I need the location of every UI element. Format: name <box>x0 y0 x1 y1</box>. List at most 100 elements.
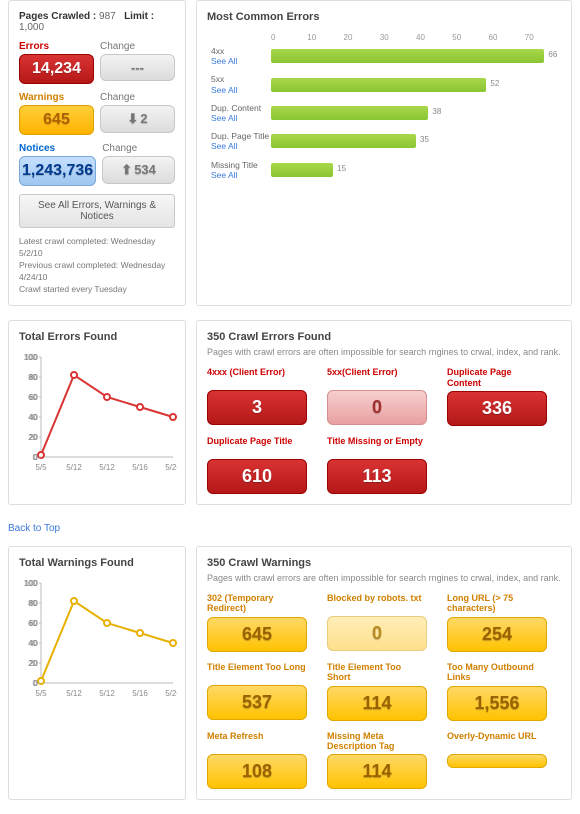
svg-text:5/26: 5/26 <box>165 463 177 472</box>
total-errors-chart: 0204060801005/55/125/125/165/26020406080… <box>19 353 177 473</box>
tile-label: Blocked by robots. txt <box>327 593 427 613</box>
svg-text:80: 80 <box>29 373 38 382</box>
change-label: Change <box>100 41 175 52</box>
tile-label: 302 (Temporary Redirect) <box>207 593 307 614</box>
metric-tile[interactable]: Title Element Too Long 537 <box>207 662 307 721</box>
hbar-row: 5xxSee All52 <box>211 74 561 94</box>
hbar-row: Dup. Page TitleSee All35 <box>211 131 561 151</box>
hbar-row: 4xxSee All66 <box>211 46 561 66</box>
svg-text:40: 40 <box>29 413 38 422</box>
svg-text:80: 80 <box>29 599 38 608</box>
total-errors-panel: Total Errors Found 0 20 40 60 80 100 5/5 5/12 5/… <box>8 320 186 505</box>
svg-text:5/12: 5/12 <box>66 463 82 472</box>
svg-text:5/16: 5/16 <box>132 463 148 472</box>
svg-text:60: 60 <box>29 619 38 628</box>
notices-label: Notices <box>19 143 96 154</box>
tile-value: 3 <box>207 390 307 425</box>
svg-text:5/12: 5/12 <box>66 689 82 698</box>
svg-text:20: 20 <box>29 433 38 442</box>
errors-value[interactable]: 14,234 <box>19 54 94 84</box>
metric-tile[interactable]: 4xxx (Client Error) 3 <box>207 367 307 426</box>
errors-label: Errors <box>19 41 94 52</box>
warnings-label: Warnings <box>19 92 94 103</box>
warnings-change: ⬇2 <box>100 105 175 133</box>
tile-value: 108 <box>207 754 307 789</box>
tile-value: 610 <box>207 459 307 494</box>
tile-value: 1,556 <box>447 686 547 721</box>
tile-label: Too Many Outbound Links <box>447 662 547 683</box>
tile-value: 114 <box>327 686 427 721</box>
metric-tile[interactable]: Overly-Dynamic URL <box>447 731 547 790</box>
metric-tile[interactable]: Missing Meta Description Tag114 <box>327 731 427 790</box>
metric-tile[interactable]: 302 (Temporary Redirect) 645 <box>207 593 307 652</box>
tile-value: 537 <box>207 685 307 720</box>
total-errors-title: Total Errors Found <box>19 331 175 343</box>
svg-text:0: 0 <box>34 453 39 462</box>
metric-tile[interactable]: Blocked by robots. txt 0 <box>327 593 427 652</box>
crawl-warnings-title: 350 Crawl Warnings <box>207 557 561 569</box>
metric-tile[interactable]: Meta Refresh 108 <box>207 731 307 790</box>
see-all-link[interactable]: See All <box>211 141 271 151</box>
back-to-top-link[interactable]: Back to Top <box>0 519 68 538</box>
down-arrow-icon: ⬇ <box>127 111 138 126</box>
svg-text:5/5: 5/5 <box>35 463 47 472</box>
tile-label: Title Element Too Long <box>207 662 307 682</box>
crawl-header: Pages Crawled : 987 Limit : 1,000 <box>19 11 175 33</box>
svg-text:40: 40 <box>29 639 38 648</box>
tile-value: 645 <box>207 617 307 652</box>
see-all-link[interactable]: See All <box>211 85 271 95</box>
total-warnings-title: Total Warnings Found <box>19 557 175 569</box>
tile-value: 114 <box>327 754 427 789</box>
metric-tile[interactable]: 5xx(Client Error) 0 <box>327 367 427 426</box>
svg-text:20: 20 <box>29 659 38 668</box>
svg-text:0: 0 <box>34 679 39 688</box>
see-all-link[interactable]: See All <box>211 113 271 123</box>
see-all-link[interactable]: See All <box>211 170 271 180</box>
tile-value: 336 <box>447 391 547 426</box>
total-warnings-panel: Total Warnings Found 0 20 40 60 80 100 5/5 5/12… <box>8 546 186 800</box>
common-errors-chart: 010203040506070 4xxSee All665xxSee All52… <box>207 33 561 180</box>
see-all-link[interactable]: See All <box>211 56 271 66</box>
hbar-row: Missing TitleSee All15 <box>211 160 561 180</box>
tile-label: Missing Meta Description Tag <box>327 731 427 752</box>
common-errors-title: Most Common Errors <box>207 11 561 23</box>
tile-label: 4xxx (Client Error) <box>207 367 307 387</box>
common-errors-panel: Most Common Errors 010203040506070 4xxSe… <box>196 0 572 306</box>
tile-label: Meta Refresh <box>207 731 307 751</box>
warnings-value[interactable]: 645 <box>19 105 94 135</box>
tile-value: 0 <box>327 390 427 425</box>
tile-value: 0 <box>327 616 427 651</box>
crawl-errors-sub: Pages with crawl errors are often imposs… <box>207 347 561 357</box>
notices-change: ⬆534 <box>102 156 175 184</box>
crawl-warnings-panel: 350 Crawl Warnings Pages with crawl erro… <box>196 546 572 800</box>
metric-tile[interactable]: Title Missing or Empty 113 <box>327 436 427 494</box>
tile-value: 113 <box>327 459 427 494</box>
crawl-errors-title: 350 Crawl Errors Found <box>207 331 561 343</box>
tile-label: 5xx(Client Error) <box>327 367 427 387</box>
metric-tile[interactable]: Long URL (> 75 characters) 254 <box>447 593 547 652</box>
tile-label: Duplicate Page Title <box>207 436 307 456</box>
see-all-button[interactable]: See All Errors, Warnings & Notices <box>19 194 175 228</box>
svg-text:60: 60 <box>29 393 38 402</box>
crawl-warnings-sub: Pages with crawl errors are often imposs… <box>207 573 561 583</box>
svg-text:100: 100 <box>25 353 39 362</box>
notices-value[interactable]: 1,243,736 <box>19 156 96 186</box>
svg-text:100: 100 <box>25 579 39 588</box>
tile-label: Duplicate Page Content <box>447 367 547 388</box>
metric-tile[interactable]: Too Many Outbound Links 1,556 <box>447 662 547 721</box>
metric-tile[interactable]: Duplicate Page Content 336 <box>447 367 547 426</box>
tile-value: 254 <box>447 617 547 652</box>
total-warnings-chart: 0204060801005/55/125/125/165/26020406080… <box>19 579 177 699</box>
svg-text:5/26: 5/26 <box>165 689 177 698</box>
metric-tile[interactable]: Duplicate Page Title 610 <box>207 436 307 494</box>
tile-value <box>447 754 547 768</box>
svg-text:5/5: 5/5 <box>35 689 47 698</box>
up-arrow-icon: ⬆ <box>121 162 132 177</box>
metric-tile[interactable]: Title Element Too Short114 <box>327 662 427 721</box>
svg-text:5/12: 5/12 <box>99 463 115 472</box>
crawl-info: Latest crawl completed: Wednesday 5/2/10… <box>19 236 175 295</box>
crawl-errors-panel: 350 Crawl Errors Found Pages with crawl … <box>196 320 572 505</box>
errors-change: --- <box>100 54 175 81</box>
tile-label: Title Missing or Empty <box>327 436 427 456</box>
tile-label: Long URL (> 75 characters) <box>447 593 547 614</box>
